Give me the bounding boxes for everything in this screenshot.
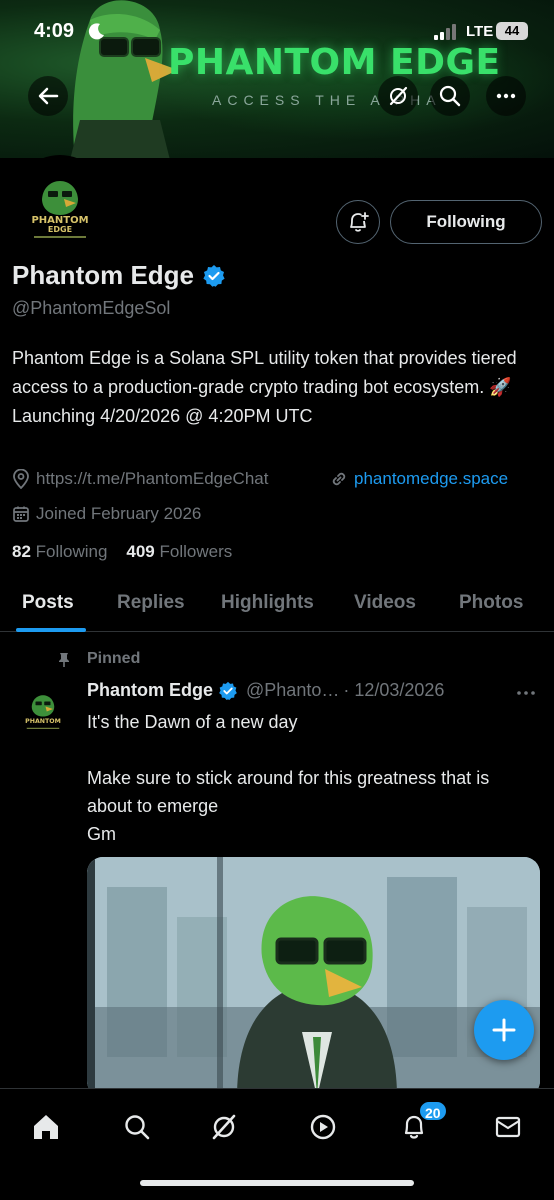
active-tab-indicator (16, 628, 86, 632)
search-button[interactable] (430, 76, 470, 116)
avatar-logo: PHANTOM EDGE (31, 181, 89, 238)
profile-location: https://t.me/PhantomEdgeChat (36, 469, 269, 488)
follow-stats: 82 Following 409 Followers (12, 542, 232, 562)
post-text: It's the Dawn of a new day Make sure to … (87, 712, 490, 844)
profile-name: Phantom Edge (12, 260, 195, 290)
post-date[interactable]: · 12/03/2026 (343, 680, 444, 701)
tab-replies[interactable]: Replies (117, 592, 185, 614)
verified-badge-icon[interactable] (202, 264, 226, 288)
back-arrow-icon (38, 87, 59, 105)
profile-location-row: https://t.me/PhantomEdgeChat (12, 469, 268, 489)
focus-moon-icon (88, 23, 104, 40)
followers-count: 409 (126, 542, 155, 561)
profile-avatar[interactable]: PHANTOM EDGE (12, 155, 108, 251)
compose-post-button[interactable] (474, 1000, 534, 1060)
network-type: LTE (466, 23, 494, 40)
status-bar: 4:09 LTE 44 (0, 0, 554, 60)
status-time: 4:09 (34, 20, 75, 42)
post-avatar-logo: PHANTOM (25, 695, 61, 729)
nav-video[interactable] (303, 1107, 343, 1147)
more-icon (517, 691, 535, 695)
tab-highlights[interactable]: Highlights (221, 592, 314, 614)
avatar-logo-text-2: EDGE (48, 225, 72, 234)
explore-icon (125, 1115, 150, 1140)
following-stat[interactable]: 82 Following (12, 542, 107, 561)
pinned-indicator: Pinned (59, 650, 141, 668)
grok-icon (212, 1114, 236, 1140)
post-more-button[interactable] (516, 683, 536, 708)
home-icon (34, 1115, 58, 1139)
following-button[interactable]: Following (390, 200, 542, 244)
profile-joined-row: Joined February 2026 (12, 504, 201, 524)
notification-bell-plus-icon (350, 212, 369, 232)
post-image[interactable] (87, 857, 540, 1097)
more-icon (496, 93, 516, 99)
tab-posts[interactable]: Posts (22, 592, 74, 614)
profile-bio: Phantom Edge is a Solana SPL utility tok… (12, 348, 517, 426)
location-icon (12, 469, 30, 489)
search-icon (439, 85, 461, 107)
post-author-avatar[interactable]: PHANTOM (12, 678, 74, 740)
post-avatar-logo-text: PHANTOM (25, 718, 61, 725)
following-count: 82 (12, 542, 31, 561)
grok-icon (389, 86, 408, 106)
messages-icon (495, 1116, 521, 1138)
profile-name-row: Phantom Edge (12, 260, 226, 291)
post-image-illustration (87, 857, 540, 1097)
home-indicator (140, 1180, 414, 1186)
signal-icon (434, 24, 456, 40)
grok-button[interactable] (378, 76, 418, 116)
tab-photos[interactable]: Photos (459, 592, 523, 614)
post-author-name[interactable]: Phantom Edge (87, 680, 213, 701)
link-icon (330, 470, 348, 488)
more-options-button[interactable] (486, 76, 526, 116)
profile-joined-date: Joined February 2026 (36, 504, 202, 523)
tab-videos[interactable]: Videos (354, 592, 416, 614)
profile-website-row[interactable]: phantomedge.space (330, 469, 508, 489)
profile-tabs: Posts Replies Highlights Videos Photos (0, 580, 554, 632)
battery-indicator: 44 (496, 22, 528, 40)
followers-stat[interactable]: 409 Followers (126, 542, 232, 561)
nav-messages[interactable] (488, 1107, 528, 1147)
following-label: Following (35, 542, 108, 561)
nav-explore[interactable] (117, 1107, 157, 1147)
post-header: Phantom Edge @Phanto… · 12/03/2026 (87, 680, 444, 701)
nav-home[interactable] (26, 1107, 66, 1147)
calendar-icon (12, 505, 30, 523)
verified-badge-icon (219, 681, 237, 700)
notifications-badge: 20 (418, 1100, 448, 1122)
play-video-icon (310, 1114, 336, 1140)
notifications-toggle-button[interactable] (336, 200, 380, 244)
post-author-handle: @Phanto… (246, 680, 340, 700)
nav-grok[interactable] (204, 1107, 244, 1147)
pinned-label: Pinned (87, 650, 141, 667)
pin-icon (56, 652, 72, 673)
profile-website-link[interactable]: phantomedge.space (354, 469, 508, 489)
compose-plus-icon (492, 1018, 516, 1042)
followers-label: Followers (159, 542, 233, 561)
back-button[interactable] (28, 76, 68, 116)
profile-handle: @PhantomEdgeSol (12, 298, 171, 318)
